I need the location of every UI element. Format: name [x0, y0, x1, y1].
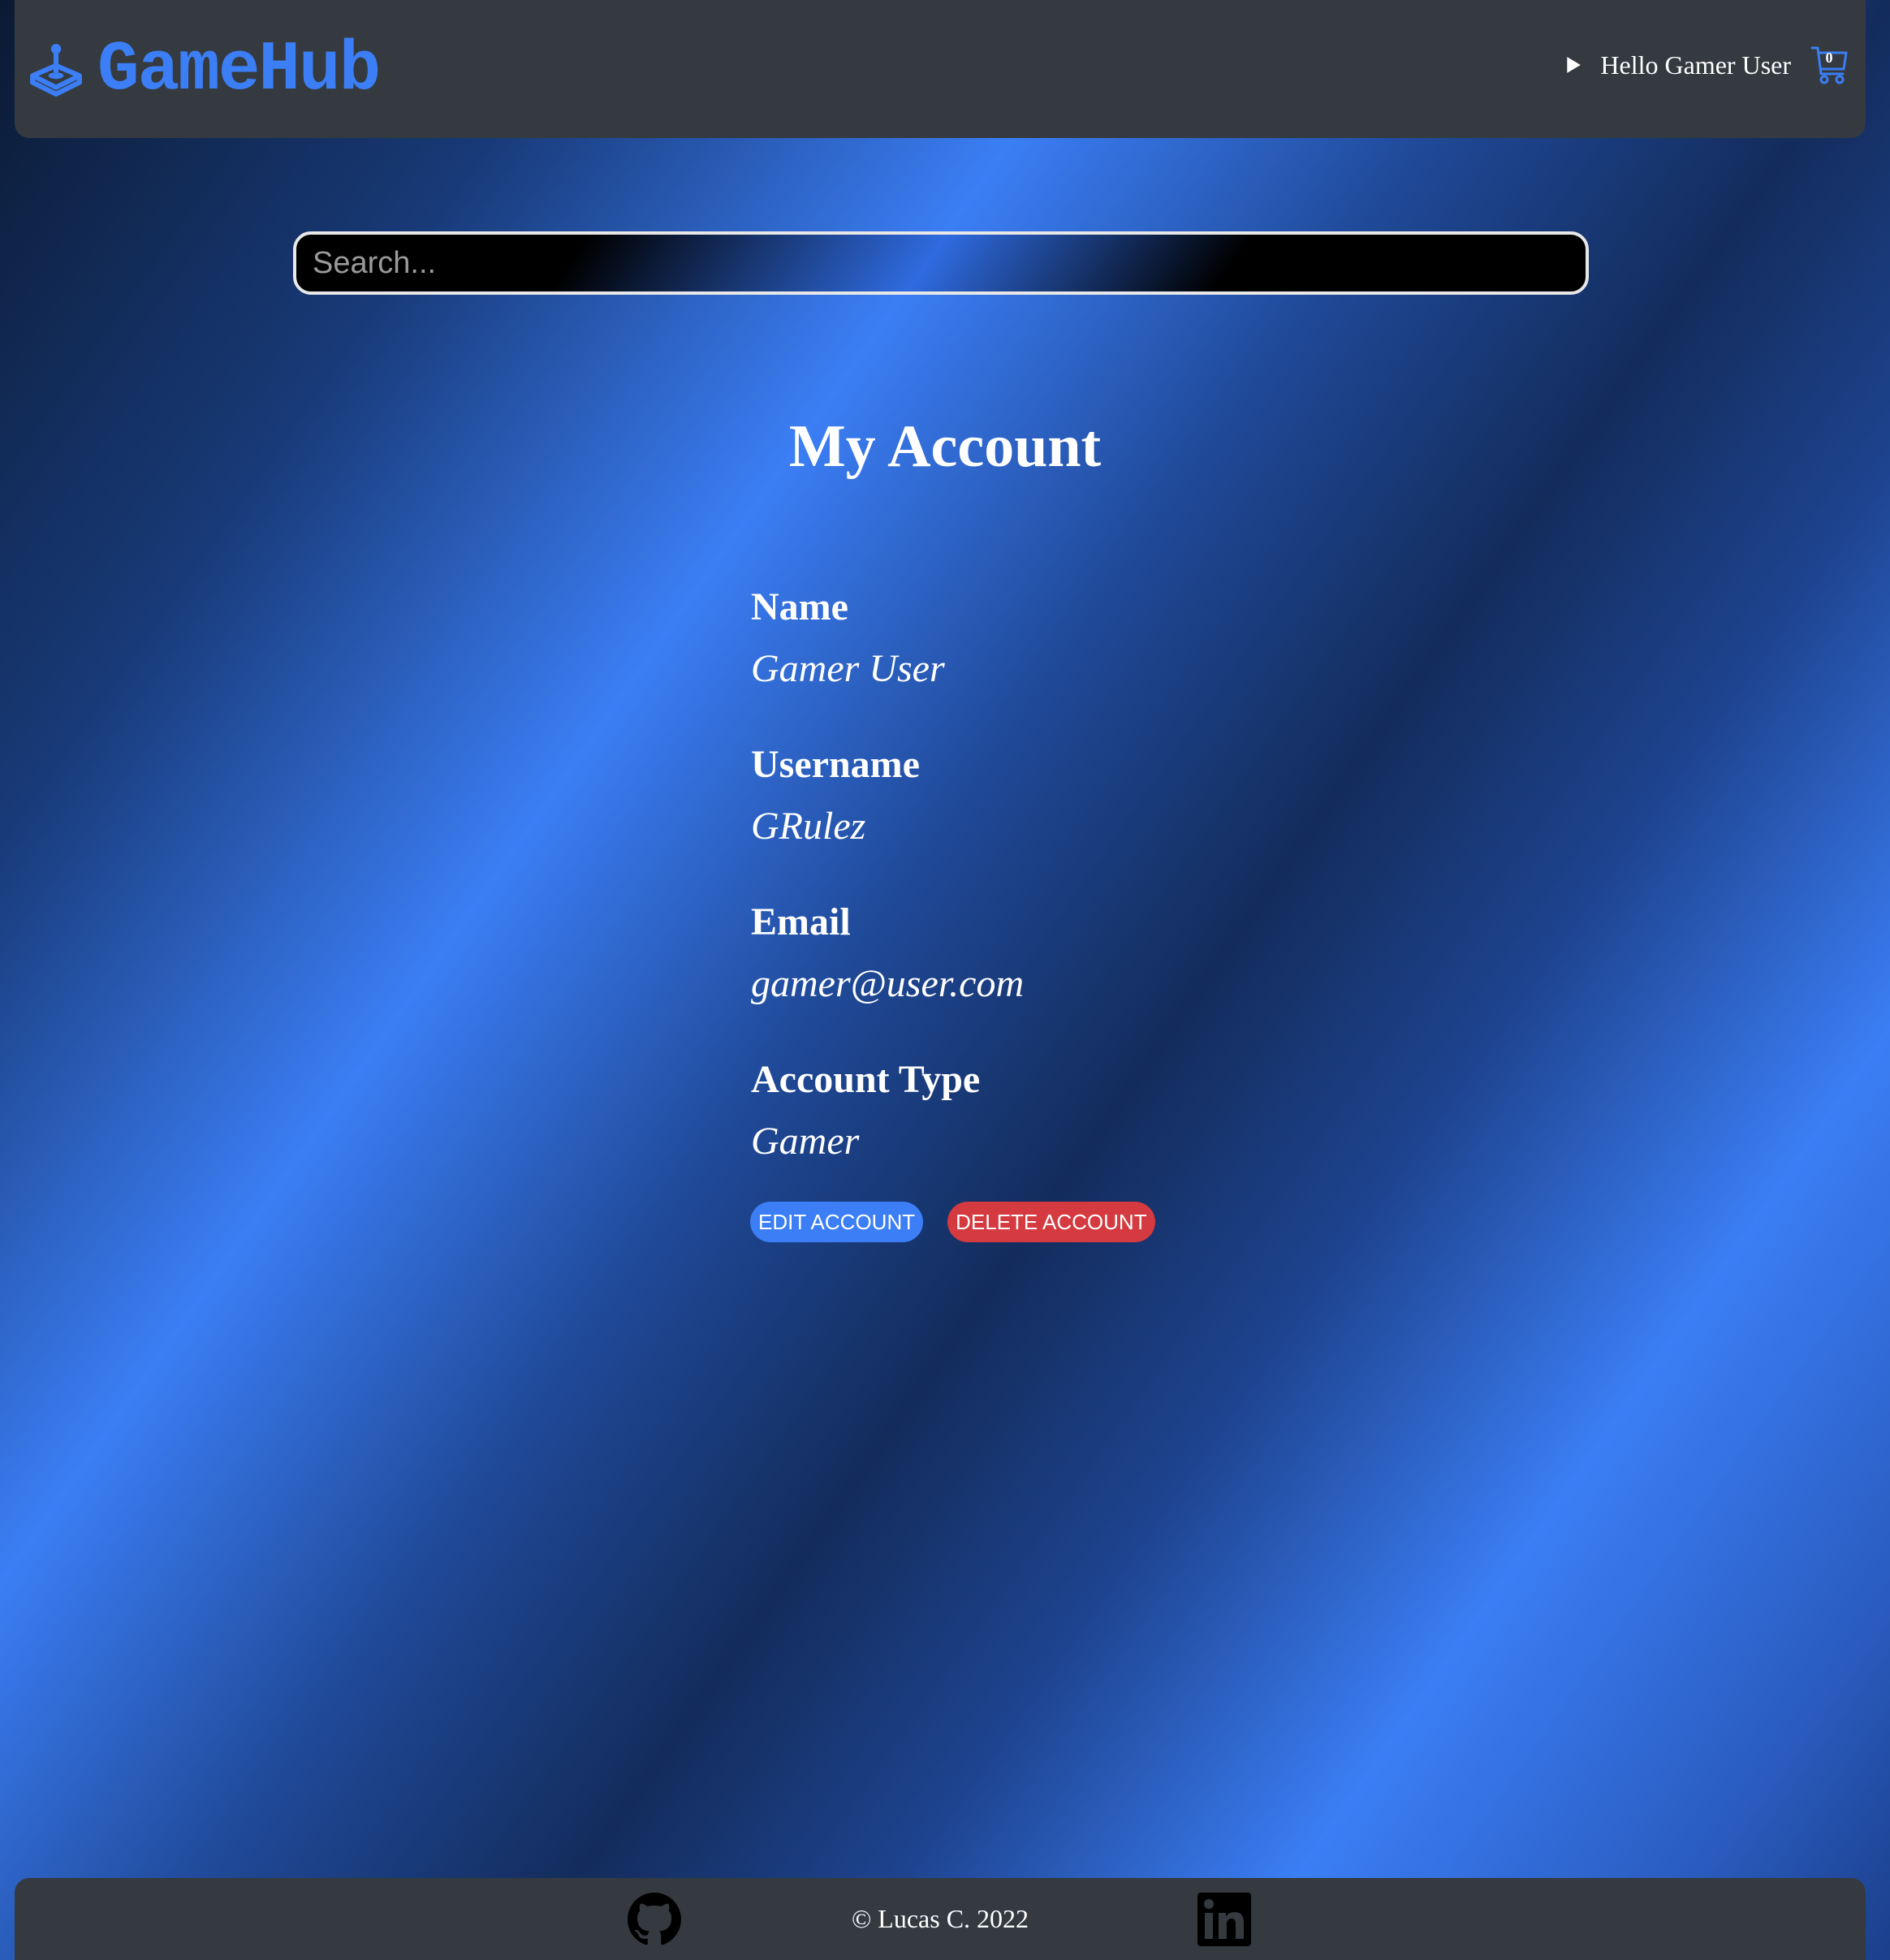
field-value: GRulez — [751, 805, 866, 848]
field-name: Name Gamer User — [751, 576, 1482, 734]
cart-button[interactable]: 0 — [1810, 45, 1848, 85]
cart-count-badge: 0 — [1825, 50, 1833, 66]
caret-right-icon[interactable] — [1564, 56, 1582, 74]
joystick-icon — [30, 44, 82, 97]
page-title: My Account — [788, 413, 1102, 480]
delete-account-button[interactable]: DELETE ACCOUNT — [947, 1202, 1155, 1242]
field-label: Email — [751, 900, 851, 943]
user-greeting[interactable]: Hello Gamer User — [1600, 50, 1791, 80]
field-email: Email gamer@user.com — [751, 891, 1482, 1049]
search-input[interactable] — [293, 231, 1589, 295]
field-value: Gamer — [751, 1120, 860, 1163]
field-account-type: Account Type Gamer — [751, 1049, 1482, 1207]
account-actions: EDIT ACCOUNT DELETE ACCOUNT — [750, 1202, 1155, 1242]
top-navbar: GameHub Hello Gamer User 0 — [15, 0, 1866, 138]
field-value: Gamer User — [751, 647, 945, 690]
brand-name: GameHub — [97, 30, 381, 110]
github-icon[interactable] — [628, 1893, 681, 1946]
field-label: Name — [751, 585, 848, 628]
field-username: Username GRulez — [751, 734, 1482, 891]
copyright-text: © Lucas C. 2022 — [851, 1904, 1029, 1933]
field-value: gamer@user.com — [751, 962, 1025, 1005]
brand-link[interactable]: GameHub — [29, 29, 381, 110]
edit-account-button[interactable]: EDIT ACCOUNT — [750, 1202, 924, 1242]
footer: © Lucas C. 2022 — [15, 1878, 1866, 1960]
user-menu: Hello Gamer User 0 — [1564, 41, 1848, 89]
field-label: Username — [751, 743, 920, 786]
linkedin-icon[interactable] — [1197, 1893, 1251, 1946]
account-details: Name Gamer User Username GRulez Email ga… — [751, 576, 1482, 1207]
field-label: Account Type — [751, 1058, 981, 1101]
